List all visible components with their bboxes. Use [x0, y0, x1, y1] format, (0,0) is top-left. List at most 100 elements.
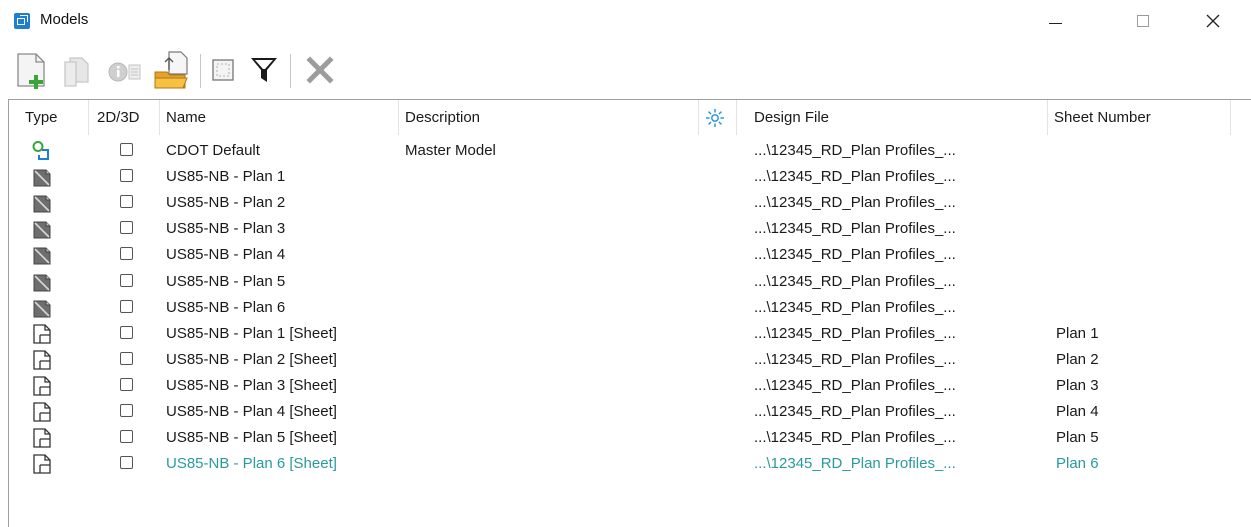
toolbar-separator [200, 54, 201, 88]
sheet-model-icon [31, 349, 53, 371]
design-file-path: ...\12345_RD_Plan Profiles_... [754, 194, 956, 212]
design-file-path: ...\12345_RD_Plan Profiles_... [754, 272, 956, 290]
sheet-model-icon [31, 427, 53, 449]
sheet-model-icon [31, 323, 53, 345]
list-row[interactable]: CDOT Default Master Model ...\12345_RD_Pla… [9, 138, 1251, 164]
model-name: US85-NB - Plan 1 [Sheet] [166, 324, 337, 342]
dimension-checkbox[interactable] [120, 143, 133, 156]
model-name: US85-NB - Plan 2 [Sheet] [166, 350, 337, 368]
dimension-checkbox[interactable] [120, 299, 133, 313]
dimension-checkbox[interactable] [120, 456, 133, 470]
list-row[interactable]: US85-NB - Plan 5 [Sheet] ...\12345_RD_Pla… [9, 425, 1251, 451]
list-row[interactable]: US85-NB - Plan 4 [Sheet] ...\12345_RD_Pla… [9, 399, 1251, 425]
model-properties-button[interactable] [104, 46, 144, 94]
list-row[interactable]: US85-NB - Plan 6 [Sheet] ...\12345_RD_Pla… [9, 451, 1251, 477]
model-description: Master Model [405, 142, 496, 159]
model-name: US85-NB - Plan 2 [166, 194, 286, 212]
list-row[interactable]: US85-NB - Plan 3 [Sheet] ...\12345_RD_Pla… [9, 373, 1251, 399]
model-name: US85-NB - Plan 4 [Sheet] [166, 403, 337, 420]
drawing-model-icon [31, 271, 53, 293]
column-header-2d3d[interactable]: 2D/3D [97, 100, 140, 135]
design-file-path: ...\12345_RD_Plan Profiles_... [754, 403, 956, 420]
list-row[interactable]: US85-NB - Plan 2 [Sheet] ...\12345_RD_Pla… [9, 347, 1251, 373]
list-row[interactable]: US85-NB - Plan 5 ...\12345_RD_Plan Profil… [9, 269, 1251, 295]
filter-icon [251, 58, 277, 82]
properties-icon [108, 62, 141, 82]
column-divider[interactable] [698, 100, 699, 135]
close-icon [1206, 14, 1220, 28]
list-row[interactable]: US85-NB - Plan 1 [Sheet] ...\12345_RD_Pla… [9, 321, 1251, 347]
toolbar [0, 46, 1251, 98]
column-header-description[interactable]: Description [405, 100, 480, 135]
column-divider[interactable] [1230, 100, 1231, 135]
design-file-path: ...\12345_RD_Plan Profiles_... [754, 142, 956, 159]
select-all-icon [212, 59, 234, 81]
column-divider[interactable] [1047, 100, 1048, 135]
dimension-checkbox[interactable] [120, 247, 133, 261]
import-model-button[interactable] [148, 46, 194, 94]
copy-model-button[interactable] [58, 46, 98, 94]
models-window-icon [14, 13, 30, 29]
sheet-model-icon [31, 401, 53, 423]
title-bar: Models [0, 0, 1251, 42]
column-header-type[interactable]: Type [25, 100, 58, 135]
list-row[interactable]: US85-NB - Plan 3 ...\12345_RD_Plan Profil… [9, 216, 1251, 242]
drawing-model-icon [31, 244, 53, 266]
toolbar-separator [290, 54, 291, 88]
model-name: US85-NB - Plan 5 [166, 272, 286, 290]
column-header-active[interactable] [705, 100, 727, 135]
minimize-button[interactable] [1032, 0, 1078, 42]
design-file-path: ...\12345_RD_Plan Profiles_... [754, 168, 956, 186]
maximize-icon [1137, 15, 1149, 27]
model-name: US85-NB - Plan 6 [166, 298, 286, 316]
design-file-path: ...\12345_RD_Plan Profiles_... [754, 220, 956, 238]
models-list[interactable]: Type 2D/3D Name Description Design File … [8, 99, 1251, 527]
import-model-icon [154, 51, 188, 89]
dimension-checkbox[interactable] [120, 221, 133, 235]
dimension-checkbox[interactable] [120, 351, 133, 365]
drawing-model-icon [31, 192, 53, 214]
copy-model-icon [64, 57, 89, 87]
model-name: US85-NB - Plan 4 [166, 246, 286, 264]
list-row[interactable]: US85-NB - Plan 4 ...\12345_RD_Plan Profil… [9, 242, 1251, 268]
dimension-checkbox[interactable] [120, 195, 133, 209]
create-model-button[interactable] [12, 46, 52, 94]
delete-model-button[interactable] [300, 46, 340, 94]
model-name: CDOT Default [166, 142, 260, 159]
model-name: US85-NB - Plan 6 [Sheet] [166, 455, 337, 473]
dimension-checkbox[interactable] [120, 404, 133, 417]
sun-icon [706, 109, 724, 127]
model-name: US85-NB - Plan 5 [Sheet] [166, 429, 337, 447]
dimension-checkbox[interactable] [120, 430, 133, 444]
sheet-number: Plan 1 [1056, 324, 1099, 342]
select-all-button[interactable] [206, 46, 240, 94]
dimension-checkbox[interactable] [120, 377, 133, 391]
list-row[interactable]: US85-NB - Plan 2 ...\12345_RD_Plan Profil… [9, 190, 1251, 216]
close-button[interactable] [1190, 0, 1236, 42]
filter-button[interactable] [246, 46, 282, 94]
dimension-checkbox[interactable] [120, 273, 133, 287]
model-name: US85-NB - Plan 3 [Sheet] [166, 376, 337, 394]
sheet-model-icon [31, 453, 53, 475]
sheet-model-icon [31, 375, 53, 397]
column-divider[interactable] [88, 100, 89, 135]
column-header-design-file[interactable]: Design File [754, 100, 829, 135]
list-header: Type 2D/3D Name Description Design File … [9, 100, 1251, 135]
column-divider[interactable] [736, 100, 737, 135]
design-file-path: ...\12345_RD_Plan Profiles_... [754, 246, 956, 264]
window-title: Models [40, 11, 89, 28]
model-name: US85-NB - Plan 3 [166, 220, 286, 238]
list-row[interactable]: US85-NB - Plan 6 ...\12345_RD_Plan Profil… [9, 295, 1251, 321]
dimension-checkbox[interactable] [120, 169, 133, 183]
column-header-sheet-number[interactable]: Sheet Number [1054, 100, 1151, 135]
column-header-name[interactable]: Name [166, 100, 206, 135]
maximize-button[interactable] [1120, 0, 1166, 42]
column-divider[interactable] [159, 100, 160, 135]
sheet-number: Plan 3 [1056, 376, 1099, 394]
dimension-checkbox[interactable] [120, 325, 133, 339]
sheet-number: Plan 5 [1056, 429, 1099, 447]
design-file-path: ...\12345_RD_Plan Profiles_... [754, 298, 956, 316]
list-row[interactable]: US85-NB - Plan 1 ...\12345_RD_Plan Profil… [9, 164, 1251, 190]
column-divider[interactable] [398, 100, 399, 135]
master-model-icon [31, 140, 53, 162]
